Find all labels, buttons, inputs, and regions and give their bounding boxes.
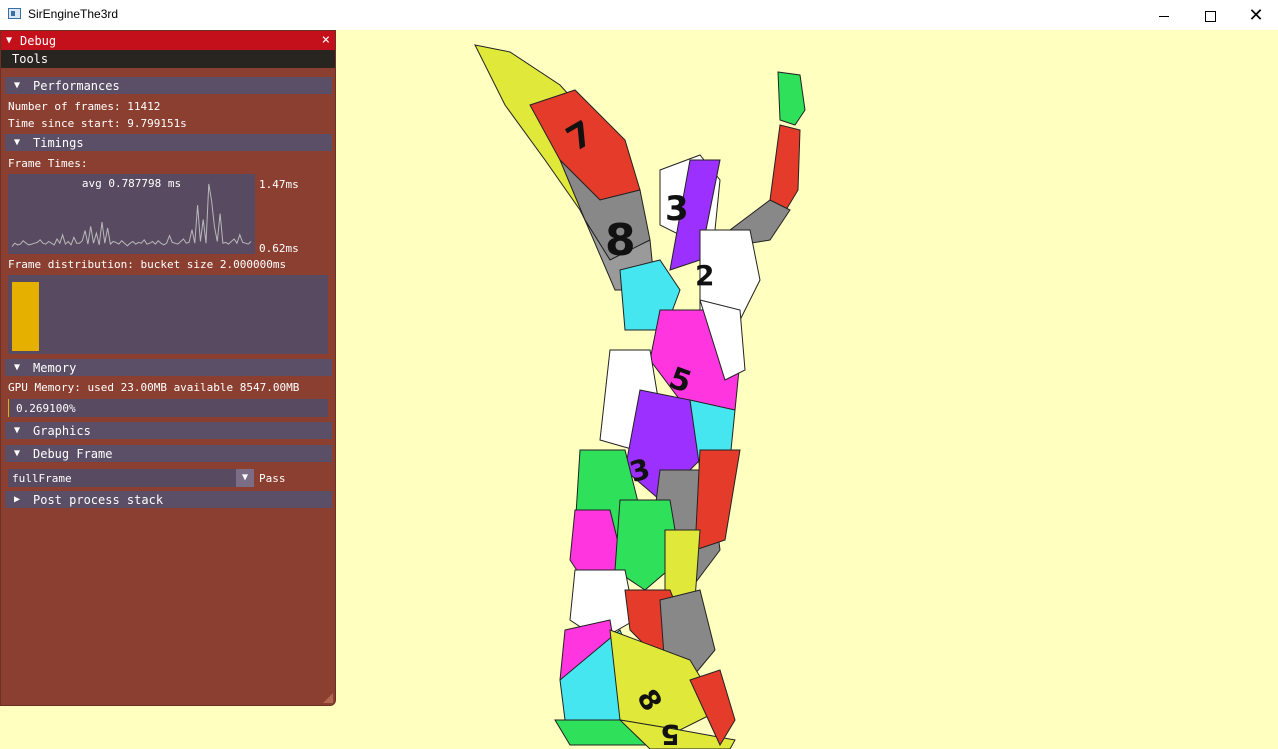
close-window-button[interactable]: ✕	[1233, 0, 1278, 30]
debug-close-icon[interactable]: ×	[322, 32, 330, 48]
window-title: SirEngineThe3rd	[28, 7, 119, 21]
plot-min-label: 0.62ms	[259, 242, 299, 255]
resize-grip[interactable]	[323, 693, 333, 703]
svg-text:8: 8	[605, 215, 636, 266]
section-debug-frame[interactable]: ▼ Debug Frame	[5, 445, 332, 462]
gpu-memory-text: GPU Memory: used 23.00MB available 8547.…	[8, 381, 300, 394]
collapse-triangle-icon[interactable]: ▼	[6, 35, 12, 46]
menu-tools[interactable]: Tools	[12, 52, 48, 66]
gpu-memory-progress: 0.269100%	[8, 399, 328, 417]
expanded-triangle-icon: ▼	[14, 425, 21, 436]
section-graphics-label: Graphics	[33, 424, 91, 438]
plot-avg-label: avg 0.787798 ms	[81, 177, 182, 190]
progress-fill	[8, 399, 9, 417]
section-performances-label: Performances	[33, 79, 120, 93]
frame-distribution-label: Frame distribution: bucket size 2.000000…	[8, 258, 287, 271]
histogram-bar	[12, 281, 39, 351]
close-icon: ✕	[1248, 5, 1264, 25]
section-post-process[interactable]: ▶ Post process stack	[5, 491, 332, 508]
minimize-icon	[1159, 15, 1169, 17]
window-titlebar: SirEngineThe3rd ✕	[0, 0, 1278, 30]
progress-label: 0.269100%	[16, 402, 76, 415]
svg-text:2: 2	[695, 259, 714, 292]
svg-text:3: 3	[665, 189, 689, 229]
section-timings-label: Timings	[33, 136, 84, 150]
debug-title: Debug	[20, 34, 57, 48]
menu-bar: Tools	[1, 50, 335, 68]
maximize-icon	[1204, 10, 1216, 22]
minimize-button[interactable]	[1141, 0, 1187, 30]
pass-label: Pass	[259, 472, 286, 485]
plot-max-label: 1.47ms	[259, 178, 299, 191]
section-timings[interactable]: ▼ Timings	[5, 134, 332, 151]
frames-count-text: Number of frames: 11412	[8, 100, 161, 113]
frame-distribution-histogram[interactable]	[8, 275, 328, 354]
section-post-process-label: Post process stack	[33, 493, 164, 507]
frame-times-plot[interactable]: avg 0.787798 ms	[8, 174, 255, 254]
expanded-triangle-icon: ▼	[14, 448, 21, 459]
expanded-triangle-icon: ▼	[14, 137, 21, 148]
section-performances[interactable]: ▼ Performances	[5, 77, 332, 94]
time-since-start-text: Time since start: 9.799151s	[8, 117, 187, 130]
svg-text:5: 5	[661, 718, 680, 749]
expanded-triangle-icon: ▼	[14, 80, 21, 91]
section-graphics[interactable]: ▼ Graphics	[5, 422, 332, 439]
debug-titlebar[interactable]: ▼ Debug ×	[1, 31, 335, 50]
pass-combo[interactable]: fullFrame ▼	[8, 469, 254, 487]
frame-times-series-line	[11, 183, 252, 247]
section-memory-label: Memory	[33, 361, 77, 375]
section-memory[interactable]: ▼ Memory	[5, 359, 332, 376]
frame-times-label: Frame Times:	[8, 157, 88, 170]
collapsed-triangle-icon: ▶	[14, 494, 21, 505]
maximize-button[interactable]	[1187, 0, 1233, 30]
debug-window[interactable]: ▼ Debug × Tools ▼ Performances Number of…	[0, 30, 336, 706]
expanded-triangle-icon: ▼	[14, 362, 21, 373]
pass-combo-value: fullFrame	[12, 472, 72, 485]
app-icon	[8, 8, 21, 19]
chevron-down-icon[interactable]: ▼	[236, 469, 254, 487]
section-debug-frame-label: Debug Frame	[33, 447, 113, 461]
